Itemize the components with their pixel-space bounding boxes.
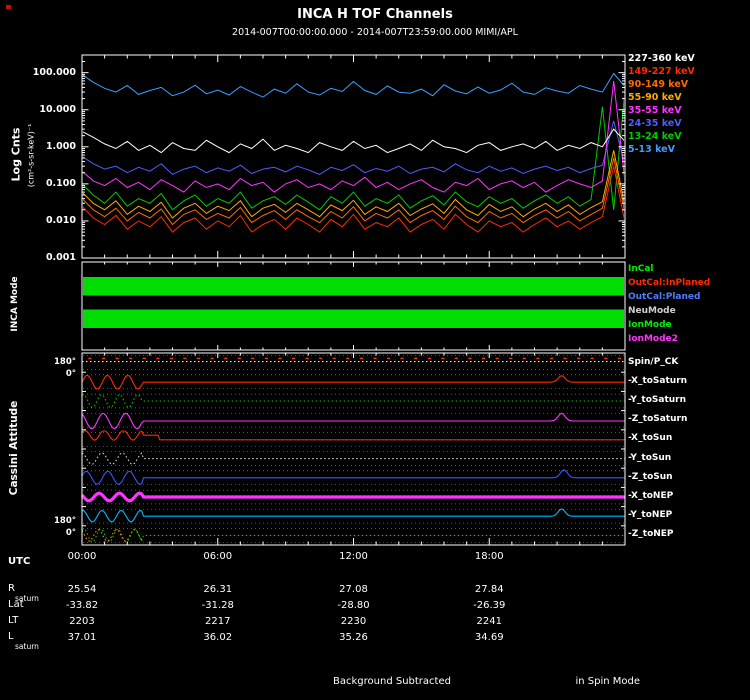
attitude-row-label: Spin/P_CK (628, 356, 679, 367)
ephemeris-value: -31.28 (201, 600, 234, 611)
ephemeris-value: 2217 (205, 616, 231, 627)
attitude-ytick-label: 180° (54, 516, 76, 526)
ephemeris-value: 26.31 (203, 584, 233, 595)
energy-legend-item: 24-35 keV (628, 118, 682, 129)
energy-legend-item: 149-227 keV (628, 66, 695, 77)
energy-legend-item: 35-55 keV (628, 105, 682, 116)
mode-legend-item: InCal (628, 264, 654, 274)
attitude-row-label: -Z_toNEP (628, 529, 674, 540)
attitude-row-label: -Z_toSaturn (628, 414, 688, 425)
counts-ytick-label: 100.000 (32, 66, 76, 78)
mode-axis-title: INCA Mode (10, 276, 20, 332)
inca-tof-plot-screenshot: INCA H TOF Channels 2014-007T00:00:00.00… (0, 0, 750, 700)
attitude-row-label: -X_toSaturn (628, 375, 688, 386)
attitude-axis-title: Cassini Attitude (8, 400, 20, 496)
energy-legend-item: 227-360 keV (628, 53, 695, 64)
ephemeris-value: 36.02 (203, 632, 233, 643)
utc-tick-label: 18:00 (474, 551, 504, 562)
ephemeris-row-label: LT (8, 615, 19, 626)
mode-legend-item: IonMode (628, 320, 672, 330)
utc-tick-label: 12:00 (339, 551, 368, 562)
mode-legend-item: OutCal:InPlaned (628, 278, 711, 288)
ephemeris-row-label: Lat (8, 599, 24, 610)
attitude-ytick-label: 180° (54, 357, 76, 367)
mode-legend-item: OutCal:Planed (628, 292, 701, 302)
energy-legend-item: 55-90 keV (628, 92, 682, 103)
mode-legend-item: NeuMode (628, 306, 676, 316)
ephemeris-value: 34.69 (474, 632, 504, 643)
footer-background-subtracted: Background Subtracted (333, 676, 451, 687)
page-subtitle: 2014-007T00:00:00.000 - 2014-007T23:59:0… (232, 27, 518, 38)
utc-axis-label: UTC (8, 556, 31, 567)
counts-ytick-label: 1.000 (45, 140, 76, 152)
ephemeris-value: 37.01 (67, 632, 97, 643)
ephemeris-value: 2230 (340, 616, 367, 627)
ephemeris-row-label: Lsaturn (8, 631, 39, 652)
energy-legend-item: 13-24 keV (628, 131, 682, 142)
counts-axis-title: Log Cnts (9, 127, 23, 182)
counts-ytick-label: 0.100 (45, 177, 76, 189)
ephemeris-value: -28.80 (337, 600, 370, 611)
attitude-ytick-label: 0° (65, 528, 76, 538)
energy-legend-item: 90-149 keV (628, 79, 689, 90)
attitude-row-label: -X_toSun (628, 433, 673, 444)
ephemeris-value: 27.08 (339, 584, 368, 595)
ephemeris-value: 27.84 (474, 584, 504, 595)
utc-tick-label: 00:00 (67, 551, 97, 562)
ephemeris-value: -26.39 (473, 600, 506, 611)
ephemeris-value: 25.54 (67, 584, 97, 595)
counts-ytick-label: 0.001 (45, 252, 76, 263)
footer-spin-mode: in Spin Mode (575, 676, 640, 687)
energy-legend-item: 5-13 keV (628, 144, 675, 155)
ephemeris-value: 35.26 (339, 632, 368, 643)
attitude-row-label: -Y_toSun (628, 452, 672, 463)
ephemeris-value: 2203 (69, 616, 95, 627)
attitude-row-label: -Z_toSun (628, 471, 673, 482)
ephemeris-value: 2241 (476, 616, 502, 627)
attitude-ytick-label: 0° (65, 369, 76, 379)
attitude-row-label: -X_toNEP (628, 491, 674, 501)
attitude-row-label: -Y_toNEP (628, 510, 673, 521)
counts-ytick-label: 0.010 (45, 214, 76, 226)
page-title: INCA H TOF Channels (297, 7, 453, 22)
mode-legend-item: IonMode2 (628, 334, 678, 344)
counts-ytick-label: 10.000 (39, 103, 76, 115)
utc-tick-label: 06:00 (203, 551, 233, 562)
ephemeris-value: -33.82 (65, 600, 99, 611)
attitude-row-label: -Y_toSaturn (628, 395, 687, 405)
